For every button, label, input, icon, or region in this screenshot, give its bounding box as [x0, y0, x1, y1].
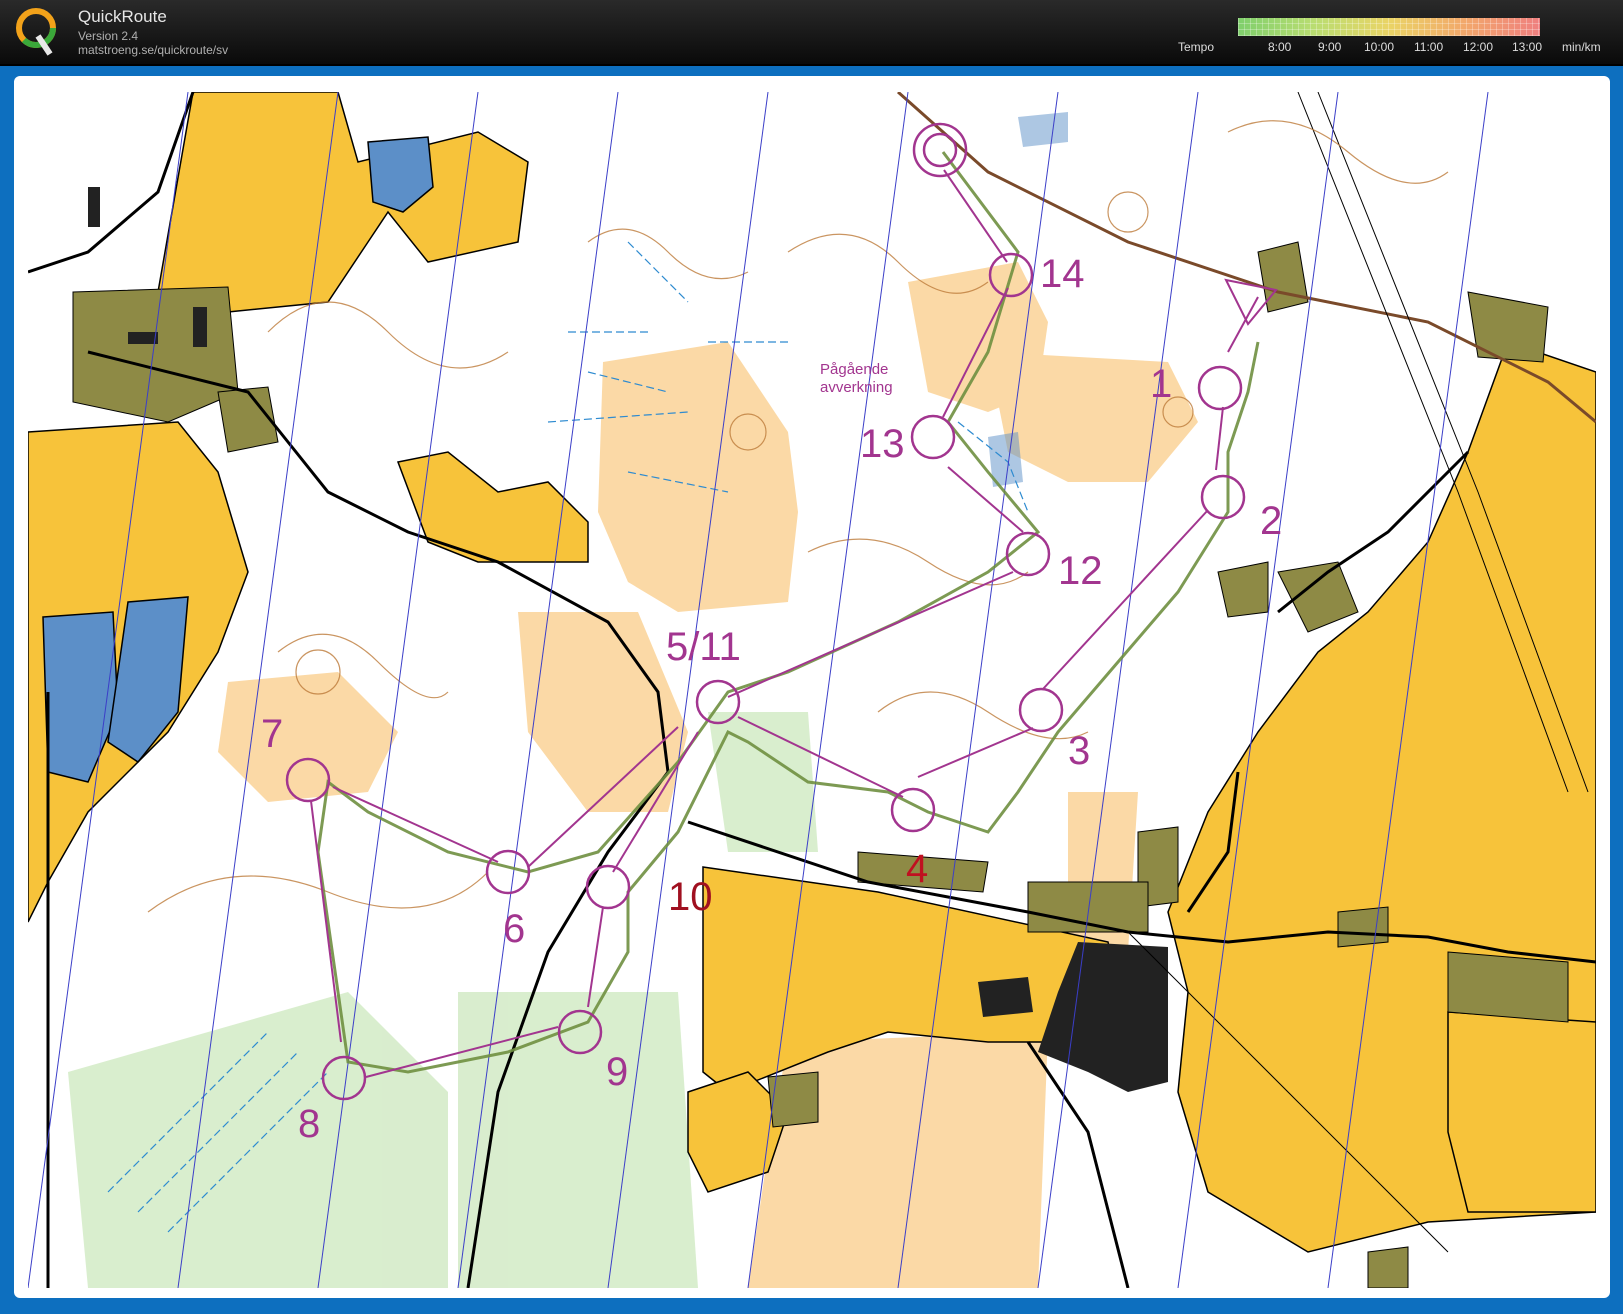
control-label: 9 [606, 1050, 628, 1094]
tempo-tick: 10:00 [1364, 40, 1395, 54]
app-version: Version 2.4 [78, 29, 139, 43]
control-label: 6 [503, 907, 525, 951]
control-label: 2 [1260, 499, 1282, 543]
orienteering-map[interactable]: 1 2 3 4 5/11 6 7 8 9 10 12 13 14 Pågåend… [28, 92, 1596, 1288]
tempo-tick: 9:00 [1318, 40, 1342, 54]
control-label: 14 [1040, 252, 1085, 296]
annotation-line: avverkning [820, 379, 893, 396]
app-header: QuickRoute Version 2.4 matstroeng.se/qui… [0, 0, 1623, 64]
control-label: 4 [906, 847, 928, 891]
annotation-line: Pågående [820, 361, 888, 378]
control-label: 12 [1058, 549, 1103, 593]
control-label: 1 [1150, 362, 1172, 406]
app-title: QuickRoute [78, 7, 167, 26]
control-label: 10 [668, 875, 713, 919]
tempo-tick: 8:00 [1268, 40, 1292, 54]
quickroute-logo-icon [16, 8, 56, 56]
tempo-unit: min/km [1562, 40, 1601, 54]
tempo-tick: 12:00 [1463, 40, 1494, 54]
tempo-tick: 13:00 [1512, 40, 1543, 54]
app-url[interactable]: matstroeng.se/quickroute/sv [78, 43, 228, 57]
map-annotation: Pågående avverkning [820, 361, 893, 396]
control-label: 13 [860, 422, 905, 466]
tempo-tick: 11:00 [1414, 40, 1444, 54]
tempo-color-scale [1238, 18, 1540, 36]
tempo-label: Tempo [1178, 40, 1215, 54]
control-label: 5/11 [666, 625, 741, 669]
control-label: 3 [1068, 729, 1090, 773]
control-label: 8 [298, 1102, 320, 1146]
control-label: 7 [261, 712, 283, 756]
